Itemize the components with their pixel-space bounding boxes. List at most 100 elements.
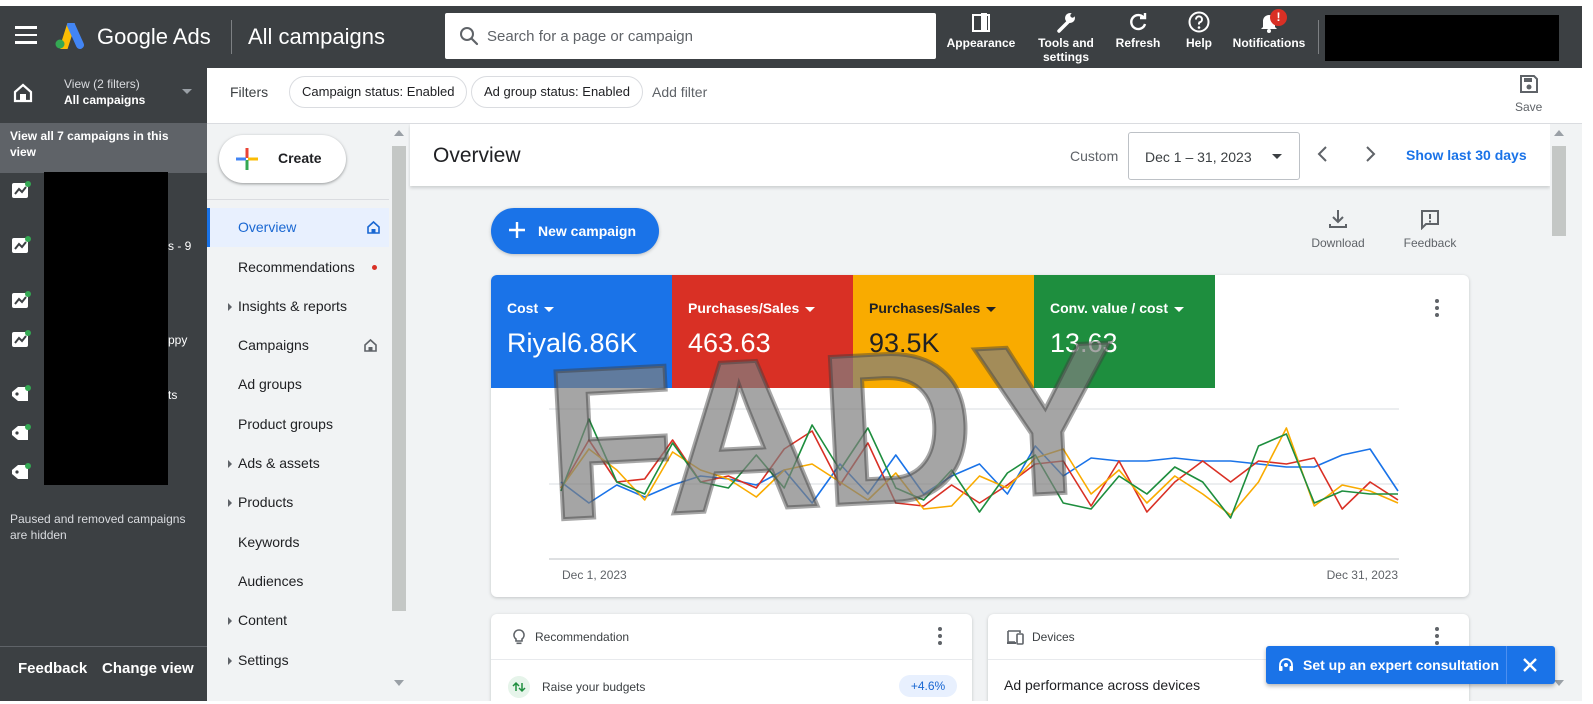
home-icon <box>367 220 380 234</box>
close-icon[interactable] <box>1521 656 1539 674</box>
nav-item-campaigns[interactable]: Campaigns <box>207 326 389 365</box>
filters-label: Filters <box>230 84 269 100</box>
nav-item-product-groups[interactable]: Product groups <box>207 405 389 444</box>
campaign-shopping-icon[interactable] <box>10 384 32 406</box>
filter-chip-ad-group-status[interactable]: Ad group status: Enabled <box>471 76 643 108</box>
campaign-names-redacted <box>44 172 168 485</box>
notifications-label: Notifications <box>1232 36 1306 50</box>
next-period-icon[interactable] <box>1360 144 1380 164</box>
create-button[interactable]: Create <box>219 135 346 183</box>
help-button[interactable]: Help <box>1178 10 1220 50</box>
nav-item-ads-assets[interactable]: Ads & assets <box>207 444 389 483</box>
nav-item-label: Content <box>238 612 288 628</box>
devices-card-title: Devices <box>1032 630 1075 644</box>
main-scrollbar[interactable] <box>1550 124 1568 701</box>
date-range-picker[interactable]: Dec 1 – 31, 2023 <box>1128 132 1300 180</box>
previous-period-icon[interactable] <box>1313 144 1333 164</box>
recommendation-card-title: Recommendation <box>535 630 630 644</box>
lightbulb-icon <box>513 629 525 645</box>
google-ads-logo <box>55 23 84 49</box>
campaign-name-fragment[interactable]: ts <box>168 388 177 402</box>
campaign-name-fragment[interactable]: s - 9 <box>168 239 191 253</box>
campaign-name-fragment[interactable]: ppy <box>168 333 187 347</box>
plus-icon <box>509 222 525 238</box>
appearance-button[interactable]: Appearance <box>946 10 1016 50</box>
nav-item-keywords[interactable]: Keywords <box>207 523 389 562</box>
scroll-up-arrow[interactable] <box>1554 130 1564 136</box>
nav-item-ad-groups[interactable]: Ad groups <box>207 365 389 404</box>
menu-icon[interactable] <box>15 26 37 44</box>
left-panel-footer: Feedback Change view <box>0 646 207 701</box>
nav-item-label: Ad groups <box>238 376 302 392</box>
scroll-thumb[interactable] <box>1552 146 1566 236</box>
search-input[interactable] <box>487 13 927 59</box>
nav-item-products[interactable]: Products <box>207 483 389 522</box>
more-options-icon[interactable] <box>936 627 944 649</box>
tools-settings-button[interactable]: Tools and settings <box>1033 10 1099 64</box>
nav-item-recommendations[interactable]: Recommendations <box>207 248 389 287</box>
overview-content: Overview Custom Dec 1 – 31, 2023 Show la… <box>408 124 1550 701</box>
refresh-button[interactable]: Refresh <box>1112 10 1164 50</box>
view-all-campaigns-link[interactable]: View all 7 campaigns in this view <box>0 123 207 173</box>
metric-name[interactable]: Purchases/Sales <box>688 300 816 316</box>
download-label: Download <box>1311 236 1365 250</box>
save-button[interactable]: Save <box>1515 74 1542 114</box>
refresh-icon <box>1130 13 1147 31</box>
expert-consultation-banner[interactable]: Set up an expert consultation <box>1266 646 1555 684</box>
nav-item-overview[interactable]: Overview <box>207 208 389 247</box>
nav-item-label: Campaigns <box>238 337 309 353</box>
notifications-button[interactable]: Notifications ! <box>1230 9 1308 50</box>
show-last-30-days-link[interactable]: Show last 30 days <box>1406 147 1527 163</box>
campaign-search-icon[interactable] <box>10 290 32 312</box>
campaign-shopping-icon[interactable] <box>10 423 32 445</box>
account-divider <box>1318 20 1319 54</box>
campaign-shopping-icon[interactable] <box>10 462 32 484</box>
account-info-redacted[interactable] <box>1325 15 1559 61</box>
expand-arrow-icon <box>228 460 232 468</box>
view-selector[interactable]: View (2 filters) All campaigns <box>0 68 207 123</box>
overview-header: Overview Custom Dec 1 – 31, 2023 Show la… <box>410 124 1550 186</box>
x-tick-start: Dec 1, 2023 <box>562 568 627 582</box>
feedback-icon <box>1421 210 1439 230</box>
search-box[interactable] <box>445 13 936 59</box>
notification-dot <box>372 265 377 270</box>
filter-chip-campaign-status[interactable]: Campaign status: Enabled <box>289 76 468 108</box>
nav-divider <box>207 199 389 200</box>
appearance-icon <box>972 13 990 32</box>
campaign-search-icon[interactable] <box>10 180 32 202</box>
scroll-thumb[interactable] <box>392 146 406 611</box>
scroll-up-arrow[interactable] <box>394 130 404 136</box>
recommendation-item[interactable]: Raise your budgets <box>542 680 645 694</box>
new-campaign-label: New campaign <box>538 223 637 239</box>
save-icon <box>1519 75 1538 93</box>
campaign-search-icon[interactable] <box>10 329 32 351</box>
headset-icon <box>1279 658 1293 671</box>
download-button[interactable]: Download <box>1303 208 1373 250</box>
scroll-down-arrow[interactable] <box>1554 680 1564 686</box>
feedback-button[interactable]: Feedback <box>1398 208 1462 250</box>
metric-name[interactable]: Purchases/Sales <box>869 300 997 316</box>
metric-name[interactable]: Cost <box>507 300 555 316</box>
nav-scrollbar[interactable] <box>390 124 408 701</box>
feedback-button[interactable]: Feedback <box>18 660 87 677</box>
view-value: All campaigns <box>64 93 146 107</box>
nav-item-audiences[interactable]: Audiences <box>207 562 389 601</box>
nav-item-insights-reports[interactable]: Insights & reports <box>207 287 389 326</box>
campaign-search-icon[interactable] <box>10 235 32 257</box>
view-filters-label: View (2 filters) <box>64 77 140 91</box>
metric-name[interactable]: Conv. value / cost <box>1050 300 1184 316</box>
add-filter-button[interactable]: Add filter <box>652 84 707 100</box>
chevron-down-icon <box>544 306 555 312</box>
nav-item-label: Keywords <box>238 534 300 550</box>
nav-item-settings[interactable]: Settings <box>207 641 389 680</box>
more-options-icon[interactable] <box>1433 299 1441 321</box>
change-view-button[interactable]: Change view <box>102 660 194 677</box>
overview-title: Overview <box>433 144 521 167</box>
nav-item-content[interactable]: Content <box>207 601 389 640</box>
scroll-down-arrow[interactable] <box>394 680 404 686</box>
date-range-type: Custom <box>1070 148 1119 164</box>
expand-arrow-icon <box>228 617 232 625</box>
create-label: Create <box>278 150 322 166</box>
new-campaign-button[interactable]: New campaign <box>491 208 659 254</box>
devices-subtitle: Ad performance across devices <box>1004 677 1201 693</box>
